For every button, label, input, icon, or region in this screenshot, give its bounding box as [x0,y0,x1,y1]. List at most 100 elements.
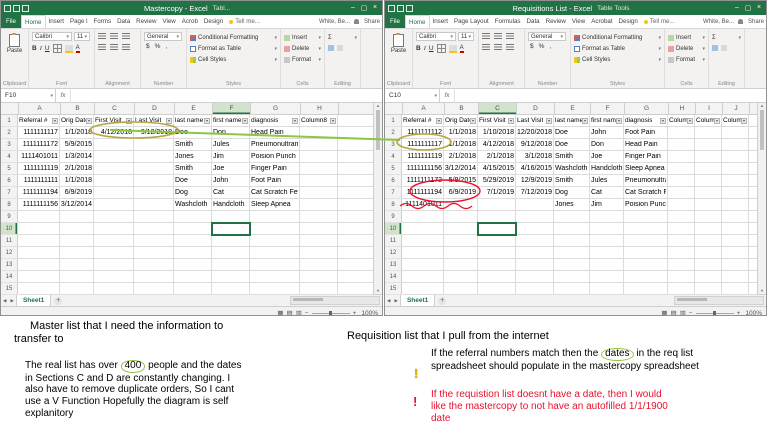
cell-F15[interactable] [212,283,250,295]
number-format-select[interactable]: General ▾ [144,32,182,41]
cell-C5[interactable]: 4/15/2015 [478,163,516,175]
percent-format-button[interactable]: % [539,43,545,50]
cell-A2[interactable]: 1111111112 [402,127,444,139]
cell-C2[interactable]: 1/10/2018 [478,127,516,139]
filter-icon[interactable]: ▾ [204,117,210,124]
cell-H2[interactable] [668,127,695,139]
conditional-formatting-button[interactable]: Conditional Formatting ▾ [574,32,661,43]
row-header-5[interactable]: 5 [385,163,402,175]
fill-icon[interactable] [328,45,334,51]
cell-J15[interactable] [722,283,749,295]
cell-C3[interactable] [94,139,134,151]
cell-A11[interactable] [402,235,444,247]
cell-G7[interactable]: Cat Scratch Fever [250,187,300,199]
cell-H6[interactable] [668,175,695,187]
horizontal-scrollbar[interactable] [674,296,764,305]
cell-F2[interactable]: John [590,127,624,139]
row-header-8[interactable]: 8 [1,199,18,211]
row-header-6[interactable]: 6 [1,175,18,187]
cell-B13[interactable] [60,259,94,271]
cell-B7[interactable]: 6/9/2019 [444,187,478,199]
ribbon-tab-data[interactable]: Data [524,15,543,28]
header-cell-column9[interactable]: Column9▾ [695,115,722,127]
cell-F6[interactable]: John [212,175,250,187]
cell-E10[interactable] [174,223,212,235]
cell-A7[interactable]: 1111111194 [18,187,60,199]
cell-J8[interactable] [722,199,749,211]
cell-H3[interactable] [300,139,338,151]
ribbon-tab-page-layout[interactable]: Page Layout [451,15,492,28]
cell-styles-button[interactable]: Cell Styles ▾ [190,54,277,65]
cell-E8[interactable]: Washcloth [174,199,212,211]
ribbon-tab-insert[interactable]: Insert [46,15,67,28]
cell-H8[interactable] [668,199,695,211]
font-name-select[interactable]: Calibri ▾ [32,32,72,41]
cell-B11[interactable] [444,235,478,247]
column-header-F[interactable]: F [213,103,251,114]
page-layout-view-icon[interactable]: ▤ [670,309,676,315]
align-top-icon[interactable] [98,33,106,40]
row-header-11[interactable]: 11 [385,235,402,247]
cell-A2[interactable]: 1111111117 [18,127,60,139]
ribbon-tab-design[interactable]: Design [616,15,641,28]
cell-E6[interactable]: Smith [554,175,590,187]
font-name-select[interactable]: Calibri ▾ [416,32,456,41]
maximize-button[interactable]: ▢ [744,4,752,12]
ribbon-tab-file[interactable]: File [1,15,21,28]
cell-I10[interactable] [695,223,722,235]
vertical-scrollbar[interactable]: ▲ ▼ [757,103,766,294]
page-break-view-icon[interactable]: ▥ [296,309,302,315]
underline-button[interactable]: U [429,45,434,52]
column-header-B[interactable]: B [61,103,95,114]
cell-D12[interactable] [516,247,554,259]
row-header-1[interactable]: 1 [1,115,18,127]
cell-J3[interactable] [722,139,749,151]
filter-icon[interactable]: ▾ [508,117,514,124]
bold-button[interactable]: B [416,45,421,52]
cell-C6[interactable] [94,175,134,187]
cell-H7[interactable] [668,187,695,199]
filter-icon[interactable]: ▾ [330,117,336,124]
header-cell-column8[interactable]: Column8▾ [668,115,695,127]
cell-D5[interactable] [134,163,174,175]
cell-A11[interactable] [18,235,60,247]
cell-F10[interactable] [590,223,624,235]
number-format-select[interactable]: General ▾ [528,32,566,41]
cell-E15[interactable] [174,283,212,295]
filter-icon[interactable]: ▾ [616,117,622,124]
cell-D8[interactable] [134,199,174,211]
cell-H10[interactable] [668,223,695,235]
header-cell-referral[interactable]: Referral # ▾ [402,115,444,127]
cell-G4[interactable]: Finger Pain [624,151,668,163]
cell-I13[interactable] [695,259,722,271]
cell-A4[interactable]: 1111401011 [18,151,60,163]
cell-B3[interactable]: 5/9/2015 [60,139,94,151]
cell-E10[interactable] [554,223,590,235]
cell-E8[interactable]: Jones [554,199,590,211]
cell-E5[interactable]: Washcloth [554,163,590,175]
cell-F11[interactable] [212,235,250,247]
cell-F7[interactable]: Cat [590,187,624,199]
cell-C10[interactable] [94,223,134,235]
cell-C4[interactable]: 2/1/2018 [478,151,516,163]
cell-C14[interactable] [478,271,516,283]
insert-cells-button[interactable]: Insert ▾ [284,32,321,43]
cell-E7[interactable]: Dog [554,187,590,199]
cell-G12[interactable] [624,247,668,259]
cell-D9[interactable] [516,211,554,223]
redo-icon[interactable] [22,4,29,12]
cell-G13[interactable] [624,259,668,271]
cell-D3[interactable]: 9/12/2018 [516,139,554,151]
scrollbar-thumb[interactable] [760,110,764,150]
borders-icon[interactable] [52,44,62,53]
cell-D15[interactable] [516,283,554,295]
cell-E12[interactable] [174,247,212,259]
scrollbar-thumb[interactable] [376,110,380,150]
cell-F4[interactable]: Jim [212,151,250,163]
header-cell-last-visit[interactable]: Last Visit ▾ [516,115,554,127]
cell-A14[interactable] [18,271,60,283]
cell-J13[interactable] [722,259,749,271]
filter-icon[interactable]: ▾ [166,117,172,124]
align-left-icon[interactable] [98,44,106,51]
cell-D10[interactable] [516,223,554,235]
